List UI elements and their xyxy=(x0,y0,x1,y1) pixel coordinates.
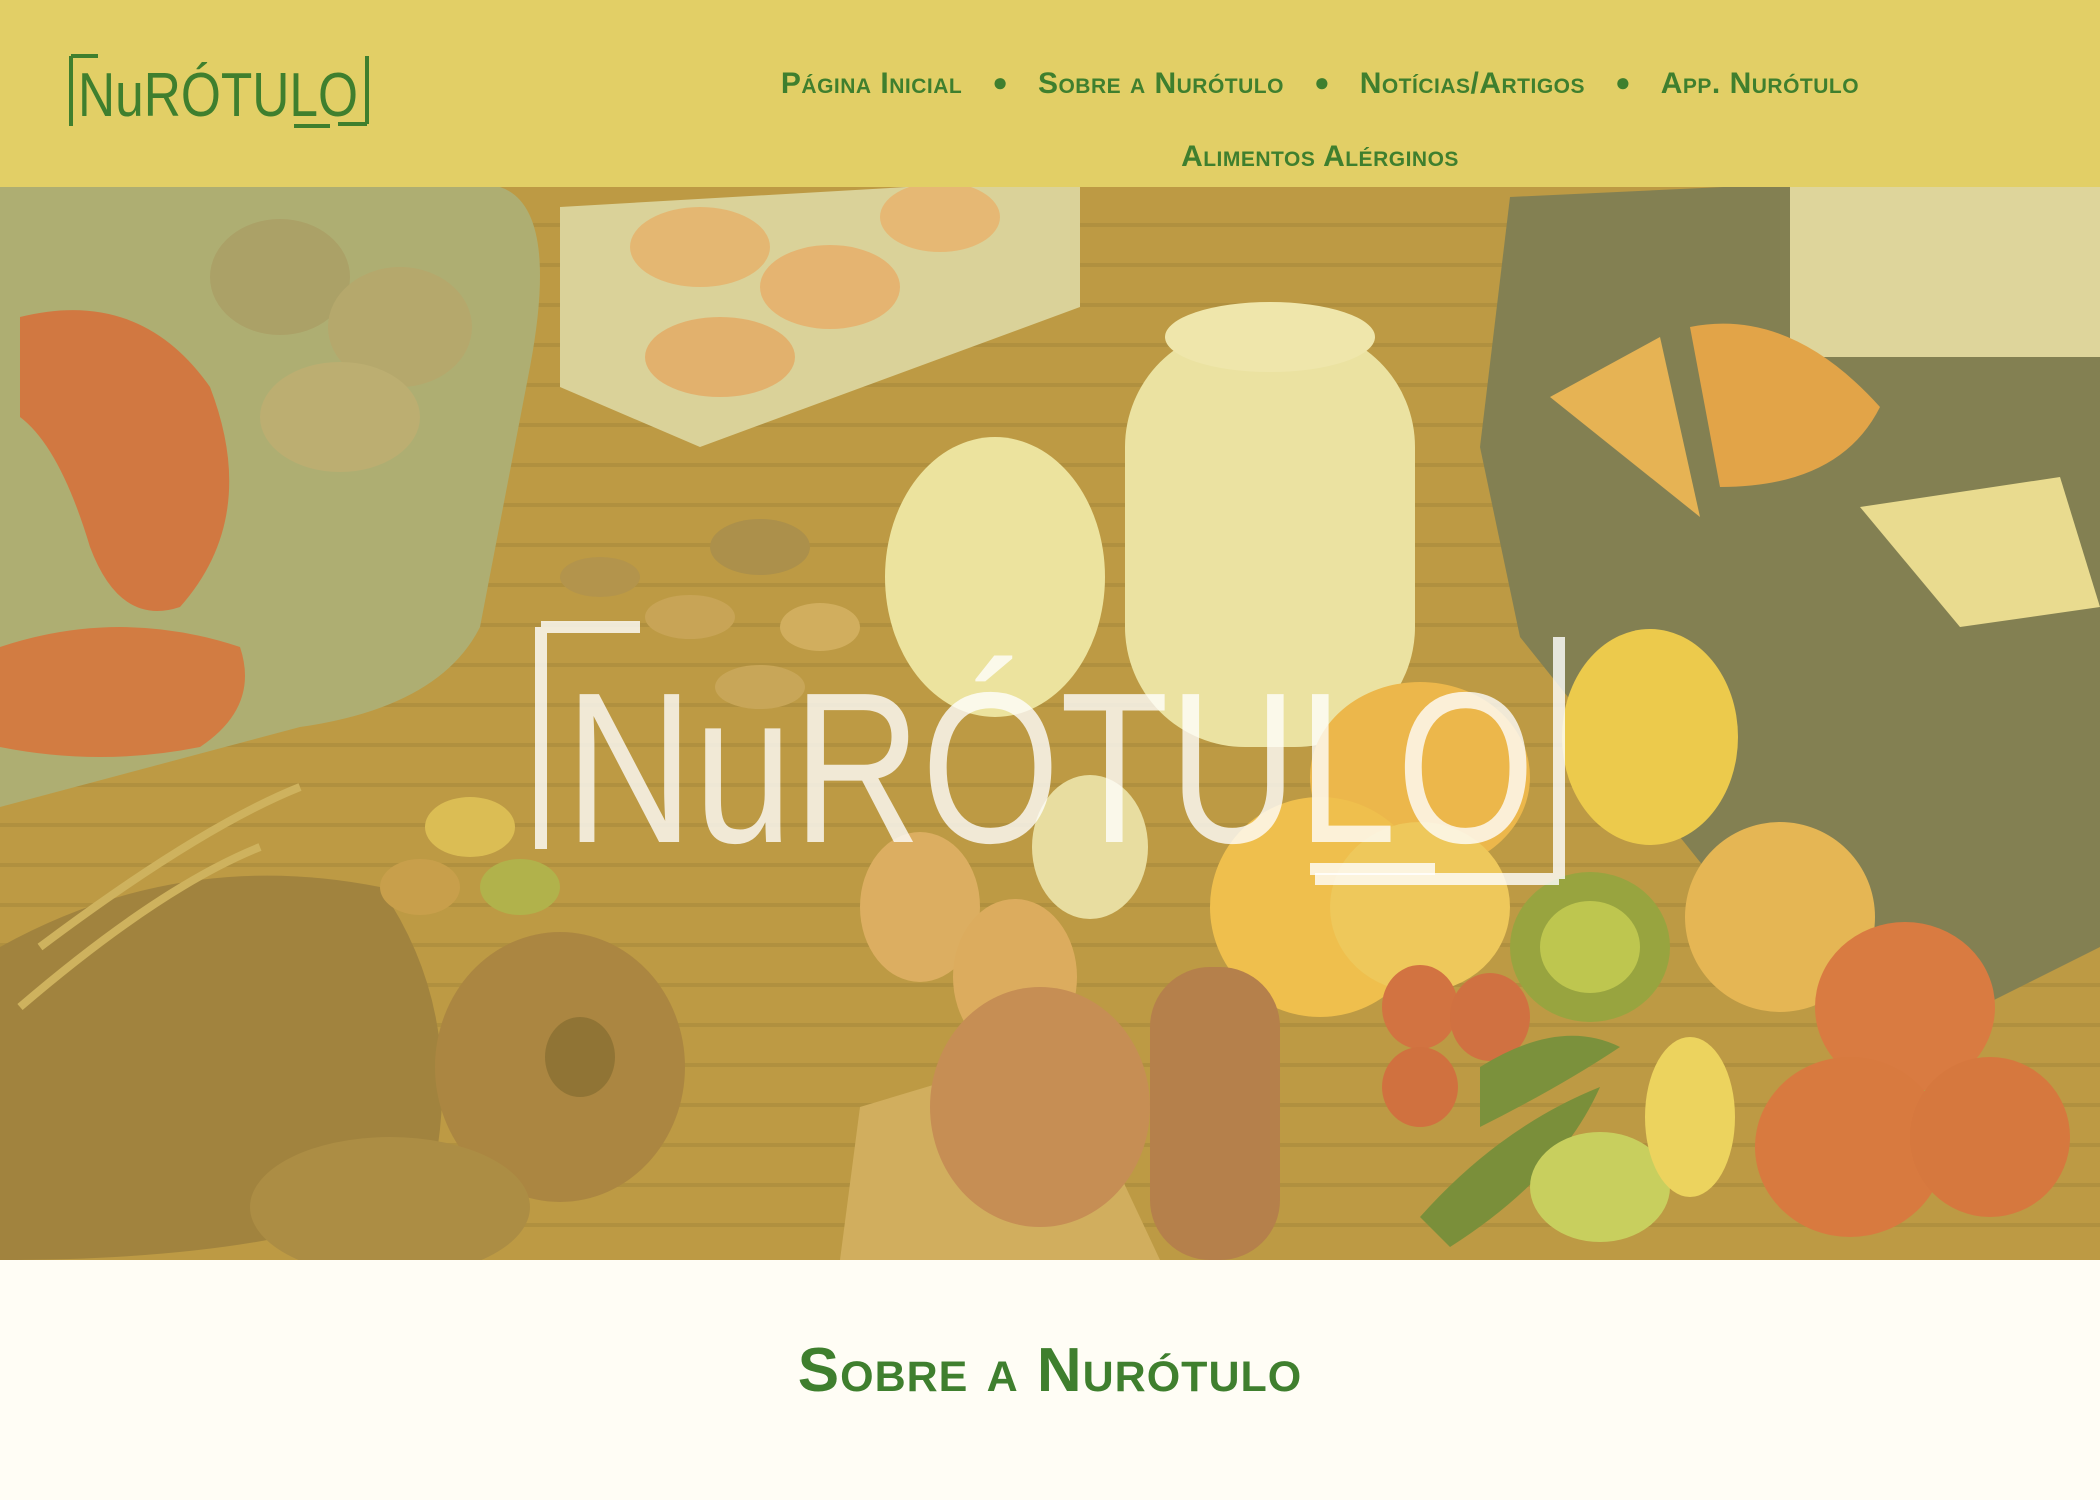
section-title: Sobre a Nurótulo xyxy=(797,1336,1303,1405)
hero-logo: NuRÓTULO xyxy=(535,617,1565,887)
nurotulo-watermark-icon: NuRÓTULO xyxy=(535,621,1565,887)
site-logo[interactable]: NuRÓTULO xyxy=(68,50,370,130)
main-nav: Página Inicial ● Sobre a Nurótulo ● Notícias… xyxy=(700,48,1940,196)
nav-item-alimentos-alerginos[interactable]: Alimentos Alérginos xyxy=(1181,123,1459,191)
nav-item-pagina-inicial[interactable]: Página Inicial xyxy=(781,50,962,118)
nav-item-sobre[interactable]: Sobre a Nurótulo xyxy=(1038,50,1284,118)
nav-separator: ● xyxy=(1313,67,1330,97)
nav-item-app[interactable]: App. Nurótulo xyxy=(1661,50,1859,118)
nav-separator: ● xyxy=(992,67,1008,97)
nav-item-noticias[interactable]: Notícias/Artigos xyxy=(1360,50,1585,118)
nav-separator: ● xyxy=(1615,67,1631,97)
hero-logo-text: NuRÓTULO xyxy=(565,647,1535,887)
hero-banner: NuRÓTULO xyxy=(0,187,2100,1260)
nurotulo-logo-icon: NuRÓTULO xyxy=(69,54,369,130)
site-header: NuRÓTULO Página Inicial ● Sobre a Nurótulo… xyxy=(0,0,2100,187)
logo-text: NuRÓTULO xyxy=(78,61,358,130)
